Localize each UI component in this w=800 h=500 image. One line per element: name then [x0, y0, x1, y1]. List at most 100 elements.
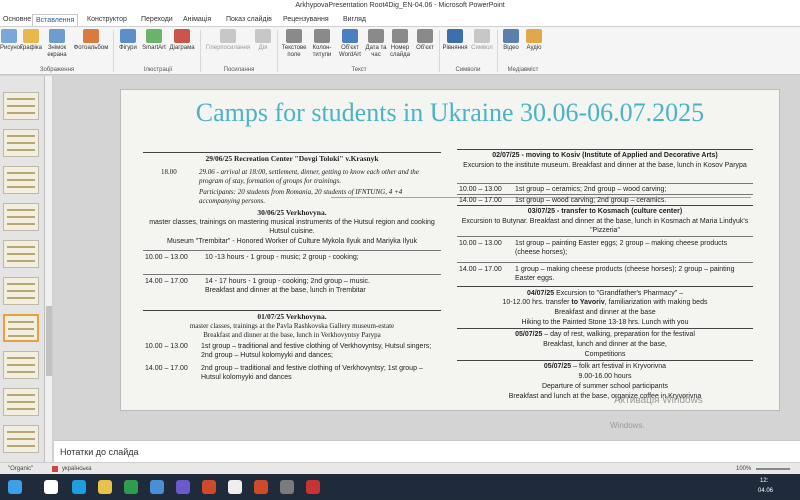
day-description: Museum "Trembitar" - Honored Worker of C… — [166, 238, 418, 245]
day-description: Hiking to the Painted Stone 13-18 hrs. L… — [521, 319, 689, 326]
textbox-button[interactable]: Текстове поле — [280, 29, 308, 59]
tab-view[interactable]: Вигляд — [340, 14, 369, 26]
schedule-text: 29.06 - arrival at 18:00, settlement, di… — [199, 168, 419, 185]
tab-slideshow[interactable]: Показ слайдів — [223, 14, 275, 26]
tab-transitions[interactable]: Переходи — [138, 14, 176, 26]
day-description: Breakfast, lunch and dinner at the base, — [543, 341, 667, 348]
schedule-text: 1st group – ceramics; 2nd group – wood c… — [515, 186, 667, 193]
shapes-button[interactable]: Фігури — [116, 29, 140, 52]
equation-button[interactable]: Рівняння — [441, 29, 469, 52]
day-description: , familiarization with making beds — [604, 299, 708, 306]
schedule-text: 10 -13 hours - 1 group - music; 2 group … — [205, 254, 359, 261]
divider — [457, 286, 753, 287]
photo-album-button[interactable]: Фотоальбом — [72, 29, 110, 52]
powerpoint-icon[interactable] — [202, 480, 216, 494]
day-description: Breakfast and lunch at the base, organiz… — [508, 393, 702, 400]
group-text-label: Текст — [351, 67, 367, 73]
day-description-line: 10-12.00 hrs. transfer to Yavoriv, famil… — [457, 298, 753, 307]
slide-thumbnail[interactable] — [3, 166, 39, 194]
ribbon-separator — [277, 30, 278, 72]
slide-thumbnail[interactable] — [3, 92, 39, 120]
day-heading: 30/06/25 Verkhovyna. — [257, 208, 327, 217]
date-time-button[interactable]: Дата та час — [365, 29, 387, 59]
slide-number-button[interactable]: Номер слайда — [388, 29, 412, 59]
screenshot-icon — [49, 29, 65, 43]
divider — [457, 360, 753, 361]
windows-activation-watermark: Активація Windows — [614, 395, 703, 406]
slide-notes-field[interactable]: Нотатки до слайда — [54, 440, 800, 462]
thumbnails-scrollbar[interactable] — [45, 76, 53, 462]
day-description: – folk art festival in Kryvorivna — [571, 363, 667, 370]
slide-title[interactable]: Camps for students in Ukraine 30.06-06.0… — [121, 98, 779, 128]
powerpoint-icon[interactable] — [254, 480, 268, 494]
tab-design[interactable]: Конструктор — [84, 14, 130, 26]
smartart-button[interactable]: SmartArt — [141, 29, 167, 52]
video-button[interactable]: Відео — [500, 29, 522, 52]
day-description: Excursion to the institute museum. Break… — [463, 162, 747, 169]
slide-thumbnail[interactable] — [3, 240, 39, 268]
group-images-label: Зображення — [39, 67, 75, 73]
search-icon[interactable] — [44, 480, 58, 494]
excel-icon[interactable] — [124, 480, 138, 494]
day-heading: 03/07/25 - transfer to Kosmach (culture … — [527, 208, 683, 215]
day-description: master classes, trainings on mastering m… — [149, 219, 435, 235]
action-button[interactable]: Дія — [254, 29, 272, 52]
schedule-time: 10.00 – 13.00 — [459, 186, 502, 193]
zoom-slider[interactable] — [756, 468, 790, 470]
slide-editing-area: Camps for students in Ukraine 30.06-06.0… — [54, 76, 800, 435]
app-icon[interactable] — [280, 480, 294, 494]
slide-thumbnail[interactable] — [3, 203, 39, 231]
day-description: Excursion to Butynar. Breakfast and dinn… — [461, 218, 749, 234]
schedule-text: 1st group – wood carving; 2nd group – ce… — [515, 197, 667, 204]
day-heading: 02/07/25 - moving to Kosiv (Institute of… — [492, 152, 718, 159]
smartart-icon — [146, 29, 162, 43]
ribbon-separator — [497, 30, 498, 72]
slide-thumbnail[interactable] — [3, 129, 39, 157]
day-description: 10-12.00 hrs. transfer — [502, 299, 570, 306]
slide-canvas[interactable]: Camps for students in Ukraine 30.06-06.0… — [120, 89, 780, 411]
wordart-icon — [342, 29, 358, 43]
header-footer-button[interactable]: Колон- титули — [309, 29, 335, 59]
tab-insert[interactable]: Вставлення — [32, 14, 79, 26]
wordart-button[interactable]: Об'єкт WordArt — [336, 29, 364, 59]
calendar-icon — [368, 29, 384, 43]
day-description: Departure of summer school participants — [541, 383, 669, 390]
tab-review[interactable]: Рецензування — [280, 14, 332, 26]
tab-home[interactable]: Основне — [0, 14, 34, 26]
clipart-button[interactable]: Графіка — [20, 29, 42, 52]
textbox-icon — [286, 29, 302, 43]
edge-icon[interactable] — [72, 480, 86, 494]
day-heading: 05/07/25 — [515, 331, 543, 338]
schedule-time: 10.00 – 13.00 — [459, 240, 502, 247]
slide-thumbnail-selected[interactable] — [3, 314, 39, 342]
spellcheck-icon[interactable] — [52, 466, 58, 472]
screenshot-button[interactable]: Знімок екрана — [44, 29, 70, 59]
chart-button[interactable]: Діаграма — [168, 29, 196, 52]
schedule-text: 14 - 17 hours - 1 group - cooking; 2nd g… — [205, 278, 370, 285]
audio-button[interactable]: Аудіо — [523, 29, 545, 52]
schedule-time: 14.00 – 17.00 — [459, 197, 502, 204]
slide-thumbnail[interactable] — [3, 425, 39, 453]
schedule-time: 10.00 – 13.00 — [145, 254, 188, 261]
word-icon[interactable] — [150, 480, 164, 494]
chrome-icon[interactable] — [228, 480, 242, 494]
slide-thumbnail[interactable] — [3, 388, 39, 416]
scrollbar-thumb[interactable] — [46, 306, 52, 376]
teams-icon[interactable] — [176, 480, 190, 494]
picture-button[interactable]: Рисунок — [0, 29, 23, 52]
symbol-button[interactable]: Символ — [470, 29, 494, 52]
group-symbols-label: Символи — [455, 67, 481, 73]
header-footer-icon — [314, 29, 330, 43]
hyperlink-button[interactable]: Гіперпосилання — [203, 29, 253, 52]
acrobat-icon[interactable] — [306, 480, 320, 494]
object-button[interactable]: Об'єкт — [413, 29, 437, 52]
tab-animation[interactable]: Анімація — [180, 14, 214, 26]
slide-thumbnail[interactable] — [3, 277, 39, 305]
day-description: Breakfast and dinner at the base, lunch … — [203, 331, 381, 339]
divider — [457, 328, 753, 329]
photo-album-icon — [83, 29, 99, 43]
day-description: Excursion to "Grandfather's Pharmacy" – — [556, 290, 684, 297]
slide-thumbnail[interactable] — [3, 351, 39, 379]
start-icon[interactable] — [8, 480, 22, 494]
folder-icon[interactable] — [98, 480, 112, 494]
